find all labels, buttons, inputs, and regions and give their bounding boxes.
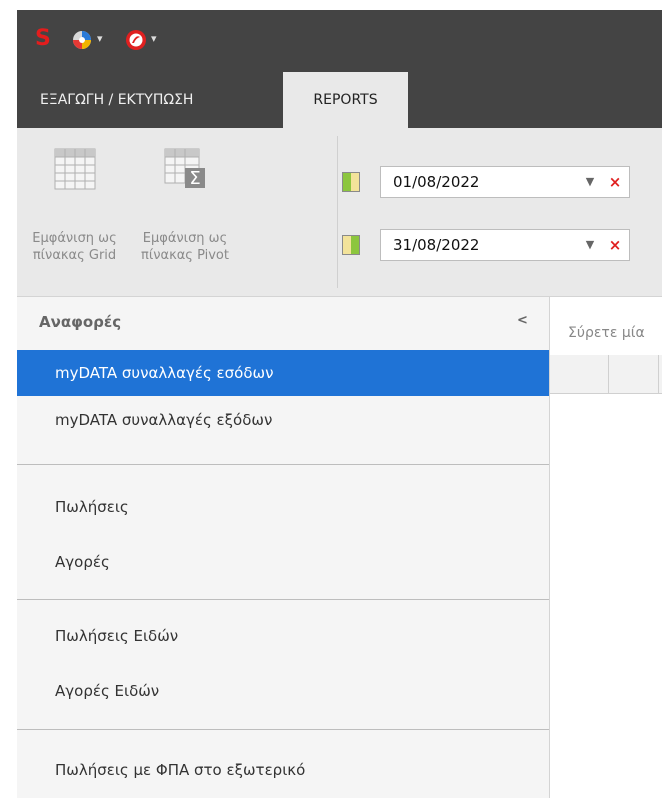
date-from-clear-icon[interactable]: × [605, 166, 625, 198]
report-item-item-purchases[interactable]: Αγορές Ειδών [17, 668, 549, 714]
grid-column-separator[interactable] [608, 355, 609, 393]
grid-column-header-row [550, 355, 662, 394]
color-palette-icon[interactable] [72, 30, 92, 50]
calendar-icon [342, 172, 360, 192]
show-as-grid-button[interactable]: Εμφάνιση ως πίνακας Grid [17, 128, 132, 263]
style-theme-icon[interactable] [125, 29, 147, 51]
svg-text:Σ: Σ [189, 168, 200, 189]
report-item-sales-vat-abroad[interactable]: Πωλήσεις με ΦΠΑ στο εξωτερικό [17, 747, 549, 793]
chevron-down-icon[interactable]: ▾ [97, 32, 103, 45]
panel-title: Αναφορές [39, 313, 122, 331]
calendar-icon [342, 235, 360, 255]
reports-panel-header: Αναφορές < [17, 297, 549, 347]
collapse-panel-icon[interactable]: < [517, 313, 528, 328]
grid-table-icon [54, 148, 96, 190]
show-as-pivot-button[interactable]: Σ Εμφάνιση ως πίνακας Pivot [135, 128, 235, 263]
show-as-pivot-label: Εμφάνιση ως πίνακας Pivot [141, 231, 229, 263]
divider [17, 729, 549, 730]
app-logo[interactable]: S [35, 28, 51, 50]
grid-column-separator[interactable] [658, 355, 659, 393]
report-item-item-sales[interactable]: Πωλήσεις Ειδών [17, 613, 549, 659]
report-item-sales[interactable]: Πωλήσεις [17, 484, 549, 530]
ribbon-separator [337, 136, 338, 288]
group-by-hint: Σύρετε μία [568, 325, 645, 341]
tab-reports[interactable]: REPORTS [283, 72, 408, 128]
divider [17, 464, 549, 465]
quick-access-toolbar: S ▾ ▾ [17, 10, 662, 72]
ribbon-tab-strip: ΕΞΑΓΩΓΗ / ΕΚΤΥΠΩΣΗ REPORTS [17, 72, 662, 128]
date-to-dropdown-icon[interactable]: ▼ [580, 229, 600, 261]
show-as-grid-label: Εμφάνιση ως πίνακας Grid [32, 231, 117, 263]
date-from-dropdown-icon[interactable]: ▼ [580, 166, 600, 198]
report-grid-area: Σύρετε μία [550, 297, 662, 798]
group-by-panel[interactable]: Σύρετε μία [550, 313, 662, 356]
chevron-down-icon[interactable]: ▾ [151, 32, 157, 45]
report-item-mydata-expenses[interactable]: myDATA συναλλαγές εξόδων [17, 397, 549, 443]
pivot-table-icon: Σ [164, 148, 206, 190]
report-item-mydata-income[interactable]: myDATA συναλλαγές εσόδων [17, 350, 549, 396]
reports-panel: Αναφορές < myDATA συναλλαγές εσόδων myDA… [17, 297, 550, 798]
ribbon-panel: Εμφάνιση ως πίνακας Grid Σ Εμφάνιση ως π… [17, 128, 662, 297]
divider [17, 599, 549, 600]
report-item-purchases[interactable]: Αγορές [17, 539, 549, 585]
tab-export-print[interactable]: ΕΞΑΓΩΓΗ / ΕΚΤΥΠΩΣΗ [22, 72, 211, 128]
date-to-clear-icon[interactable]: × [605, 229, 625, 261]
